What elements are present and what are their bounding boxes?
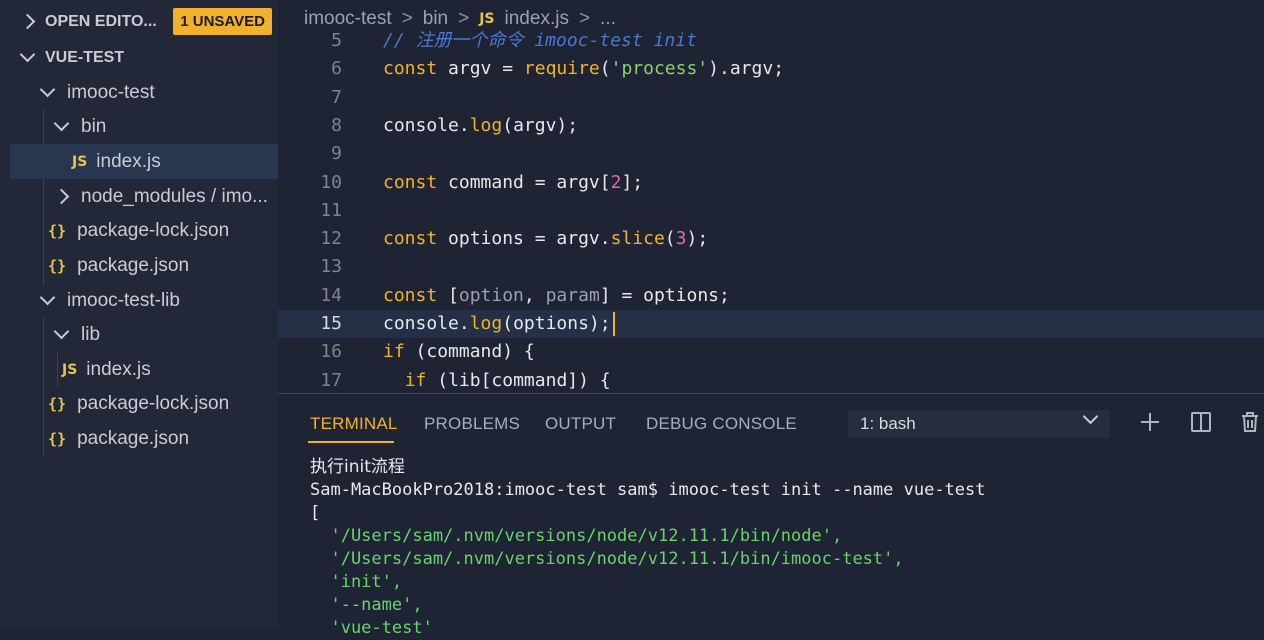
terminal-line: '--name',: [310, 595, 423, 615]
terminal-line: Sam-MacBookPro2018:imooc-test sam$ imooc…: [310, 480, 986, 500]
tree-file-package-lock-json[interactable]: {} package-lock.json: [0, 213, 278, 248]
code-text: const command = argv[2];: [383, 171, 644, 193]
tree-item-label: node_modules / imo...: [81, 185, 268, 207]
line-number: 5: [331, 30, 342, 51]
chevron-down-icon: [53, 115, 70, 132]
line-number: 14: [320, 284, 342, 306]
code-line[interactable]: 11: [278, 197, 1264, 225]
tree-folder-imooc-test-lib[interactable]: imooc-test-lib: [0, 283, 278, 318]
code-line[interactable]: 16 if (command) {: [278, 338, 1264, 366]
code-text: console.log(options);: [383, 310, 615, 338]
chevron-down-icon: [1082, 408, 1099, 425]
tab-terminal[interactable]: TERMINAL: [310, 414, 398, 434]
code-line[interactable]: 7: [278, 84, 1264, 112]
code-text: if (lib[command]) {: [404, 369, 611, 391]
tree-item-label: index.js: [96, 150, 161, 172]
chevron-down-icon: [19, 46, 36, 63]
js-file-icon: JS: [72, 153, 88, 170]
json-file-icon: {}: [48, 429, 67, 448]
terminal-line: 'init',: [310, 572, 403, 592]
code-line[interactable]: 5 // 注册一个命令 imooc-test init: [278, 27, 1264, 55]
tree-item-label: lib: [81, 323, 101, 345]
chevron-right-icon: [19, 13, 36, 30]
tree-file-index-js[interactable]: JS index.js: [10, 144, 278, 179]
tree-file-package-json[interactable]: {} package.json: [0, 248, 278, 283]
text-cursor: [612, 312, 615, 336]
chevron-right-icon: [53, 188, 70, 205]
tree-folder-lib[interactable]: lib: [0, 317, 278, 352]
tree-item-label: package.json: [77, 427, 190, 449]
workspace-header[interactable]: VUE-TEST: [0, 40, 278, 75]
line-number: 9: [331, 143, 342, 165]
explorer-sidebar: OPEN EDITO... 1 UNSAVED VUE-TEST imooc-t…: [0, 0, 278, 629]
code-text: if (command) {: [383, 341, 535, 363]
tree-file-lib-package-lock-json[interactable]: {} package-lock.json: [0, 386, 278, 421]
workspace-label: VUE-TEST: [45, 48, 125, 66]
code-text: const argv = require('process').argv;: [383, 58, 785, 80]
line-number: 12: [320, 228, 342, 250]
line-number: 13: [320, 256, 342, 278]
json-file-icon: {}: [48, 256, 67, 275]
tree-folder-node-modules[interactable]: node_modules / imo...: [0, 179, 278, 214]
tree-item-label: index.js: [86, 358, 151, 380]
chevron-down-icon: [39, 289, 56, 306]
tree-item-label: package.json: [77, 254, 190, 276]
split-icon[interactable]: [1189, 410, 1213, 434]
code-line[interactable]: 17 if (lib[command]) {: [278, 367, 1264, 393]
chevron-down-icon: [39, 81, 56, 98]
js-file-icon: JS: [62, 361, 78, 378]
code-text: console.log(argv);: [383, 114, 579, 136]
tab-problems[interactable]: PROBLEMS: [424, 414, 520, 434]
code-text: // 注册一个命令 imooc-test init: [383, 30, 697, 51]
tree-item-label: bin: [81, 115, 107, 137]
plus-icon[interactable]: [1138, 410, 1162, 434]
open-editors-label: OPEN EDITO...: [45, 12, 157, 30]
tree-folder-bin[interactable]: bin: [0, 109, 278, 144]
code-line[interactable]: 8 console.log(argv);: [278, 112, 1264, 140]
js-file-icon: JS: [479, 11, 495, 27]
terminal-select-value: 1: bash: [860, 414, 916, 433]
code-line[interactable]: 9: [278, 140, 1264, 168]
code-text: const options = argv.slice(3);: [383, 228, 709, 250]
tree-file-lib-package-json[interactable]: {} package.json: [0, 421, 278, 456]
unsaved-badge: 1 UNSAVED: [173, 8, 272, 35]
json-file-icon: {}: [48, 394, 67, 413]
code-line[interactable]: 10 const command = argv[2];: [278, 169, 1264, 197]
code-line[interactable]: 6 const argv = require('process').argv;: [278, 55, 1264, 83]
tree-item-label: imooc-test: [67, 81, 155, 103]
line-number: 6: [331, 58, 342, 80]
terminal-line: '/Users/sam/.nvm/versions/node/v12.11.1/…: [310, 549, 904, 569]
tree-file-lib-index-js[interactable]: JS index.js: [0, 352, 278, 387]
chevron-down-icon: [53, 323, 70, 340]
code-editor[interactable]: imooc-test > bin > JS index.js > ... 5//…: [278, 0, 1264, 393]
tab-output[interactable]: OUTPUT: [545, 414, 616, 434]
line-number: 10: [320, 171, 342, 193]
trash-icon[interactable]: [1239, 410, 1261, 434]
terminal-select[interactable]: 1: bash: [848, 408, 1110, 438]
code-line[interactable]: 13: [278, 253, 1264, 281]
json-file-icon: {}: [48, 221, 67, 240]
tree-folder-imooc-test[interactable]: imooc-test: [0, 75, 278, 110]
open-editors-header[interactable]: OPEN EDITO... 1 UNSAVED: [0, 4, 278, 39]
line-number: 11: [320, 199, 342, 221]
line-number: 7: [331, 86, 342, 108]
tree-item-label: package-lock.json: [77, 219, 230, 241]
line-number: 8: [331, 114, 342, 136]
bottom-panel: TERMINAL PROBLEMS OUTPUT DEBUG CONSOLE 1…: [278, 393, 1264, 638]
line-number: 17: [320, 369, 342, 391]
active-tab-indicator: [308, 441, 394, 443]
line-number: 16: [320, 341, 342, 363]
terminal-line: [: [310, 503, 321, 523]
code-line[interactable]: 12 const options = argv.slice(3);: [278, 225, 1264, 253]
tab-debug-console[interactable]: DEBUG CONSOLE: [646, 414, 797, 434]
code-text: const [option, param] = options;: [383, 284, 730, 306]
line-number: 15: [320, 313, 342, 334]
code-line[interactable]: 14 const [option, param] = options;: [278, 282, 1264, 310]
terminal-line: 执行init流程: [310, 457, 405, 477]
tree-item-label: imooc-test-lib: [67, 289, 180, 311]
code-line[interactable]: 15 console.log(options);: [278, 310, 1264, 338]
terminal-line: '/Users/sam/.nvm/versions/node/v12.11.1/…: [310, 526, 843, 546]
tree-item-label: package-lock.json: [77, 392, 230, 414]
